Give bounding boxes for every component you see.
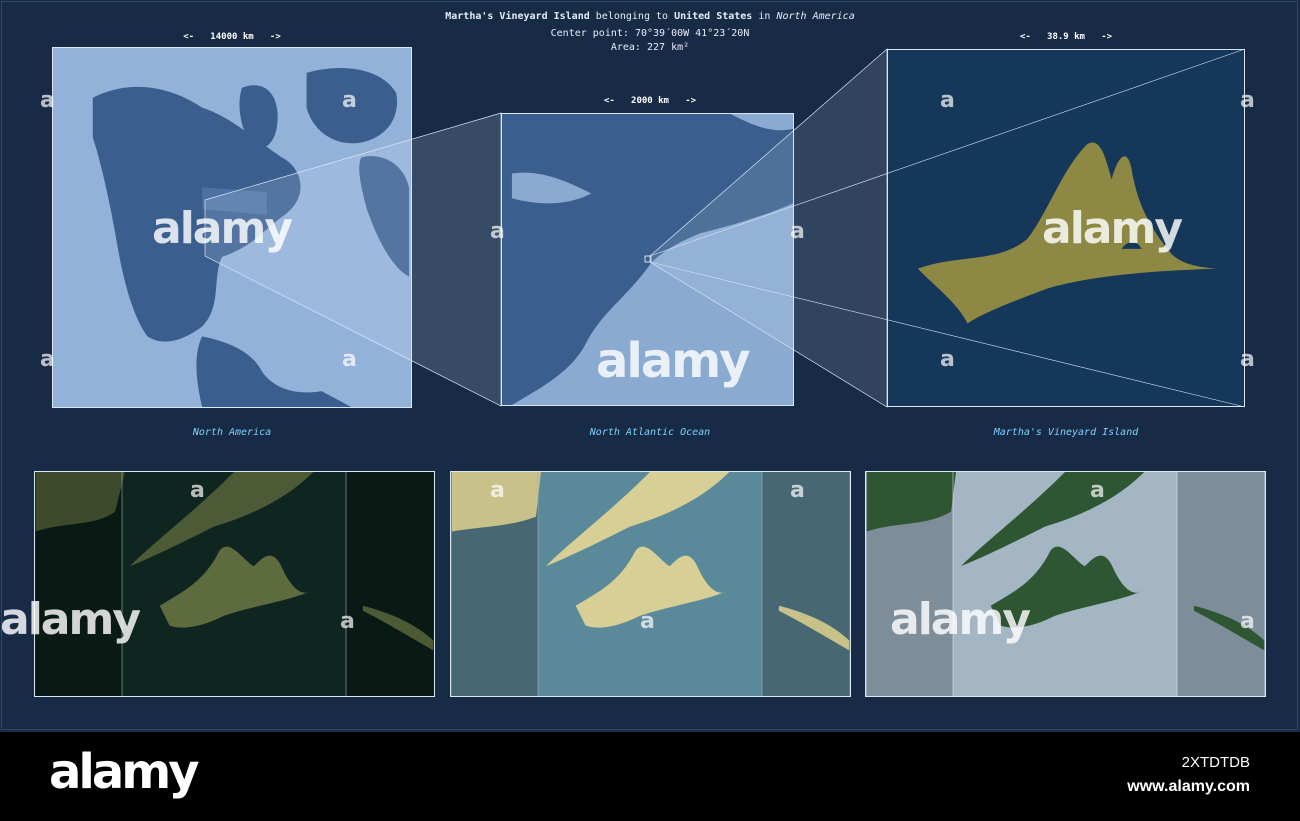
watermark-alamy: alamy bbox=[1042, 203, 1183, 254]
country-name: United States bbox=[674, 11, 753, 22]
map-poster: Martha's Vineyard Island belonging to Un… bbox=[0, 0, 1300, 732]
watermark-alamy: alamy bbox=[596, 333, 751, 389]
image-id: 2XTDTDB bbox=[1181, 754, 1250, 771]
satellite-map bbox=[34, 471, 435, 697]
continent-name: North America bbox=[776, 11, 855, 22]
watermark-a-icon: a bbox=[790, 478, 805, 503]
in-text: in bbox=[758, 11, 771, 22]
scale-bar-middle: <- 2000 km -> bbox=[603, 96, 697, 106]
scale-bar-left: <- 14000 km -> bbox=[183, 32, 281, 42]
alamy-logo: alamy bbox=[49, 744, 200, 800]
watermark-a-icon: a bbox=[40, 347, 55, 372]
watermark-a-icon: a bbox=[342, 347, 357, 372]
scale-bar-right: <- 38.9 km -> bbox=[1019, 32, 1113, 42]
watermark-a-icon: a bbox=[940, 347, 955, 372]
topographic-map bbox=[450, 471, 851, 697]
watermark-alamy: alamy bbox=[0, 594, 141, 645]
belonging-text: belonging to bbox=[595, 11, 669, 22]
caption-north-atlantic: North Atlantic Ocean bbox=[589, 427, 711, 438]
watermark-a-icon: a bbox=[40, 88, 55, 113]
place-name: Martha's Vineyard Island bbox=[445, 11, 590, 22]
header-title-line: Martha's Vineyard Island belonging to Un… bbox=[0, 11, 1300, 22]
watermark-a-icon: a bbox=[940, 88, 955, 113]
watermark-a-icon: a bbox=[340, 609, 355, 634]
watermark-a-icon: a bbox=[490, 478, 505, 503]
watermark-a-icon: a bbox=[190, 478, 205, 503]
watermark-a-icon: a bbox=[342, 88, 357, 113]
physical-map-imagery bbox=[866, 472, 1265, 696]
watermark-a-icon: a bbox=[1240, 609, 1255, 634]
area-label: Area: bbox=[610, 42, 641, 53]
physical-map bbox=[865, 471, 1266, 697]
center-value: 70°39´00W 41°23´20N bbox=[634, 28, 750, 39]
topographic-map-imagery bbox=[451, 472, 850, 696]
satellite-map-imagery bbox=[35, 472, 434, 696]
footer-bar: alamy 2XTDTDB www.alamy.com bbox=[0, 732, 1300, 821]
alamy-url[interactable]: www.alamy.com bbox=[1127, 778, 1250, 796]
watermark-a-icon: a bbox=[1090, 478, 1105, 503]
area-value: 227 km² bbox=[646, 42, 690, 53]
caption-marthas-vineyard: Martha's Vineyard Island bbox=[993, 427, 1139, 438]
watermark-a-icon: a bbox=[1240, 88, 1255, 113]
watermark-a-icon: a bbox=[1240, 347, 1255, 372]
watermark-alamy: alamy bbox=[890, 594, 1031, 645]
caption-north-america: North America bbox=[192, 427, 272, 438]
watermark-alamy: alamy bbox=[152, 203, 293, 254]
watermark-a-icon: a bbox=[640, 609, 655, 634]
watermark-a-icon: a bbox=[490, 219, 505, 244]
watermark-a-icon: a bbox=[790, 219, 805, 244]
center-label: Center point: bbox=[550, 28, 629, 39]
